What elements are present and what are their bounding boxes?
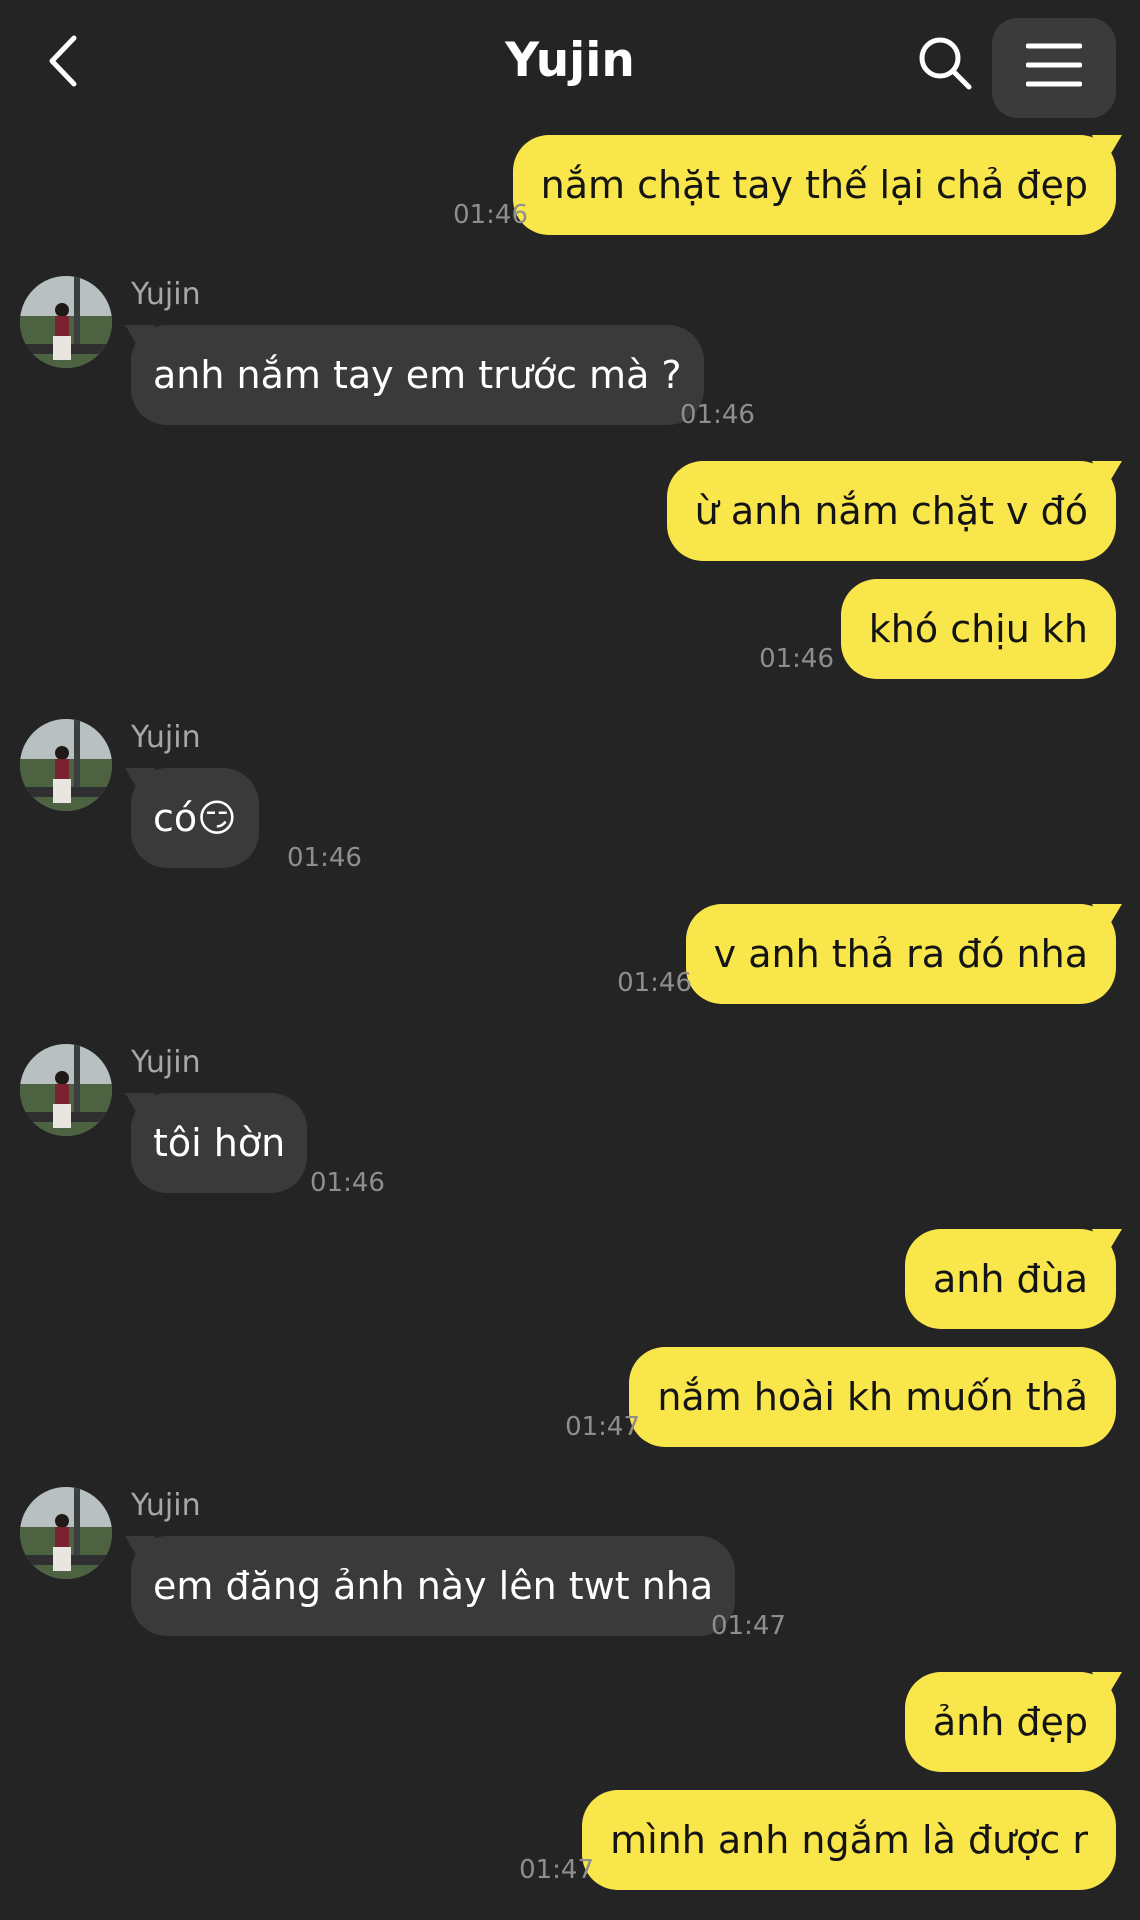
outgoing-message[interactable]: v anh thả ra đó nha [685,904,1116,1004]
outgoing-message[interactable]: mình anh ngắm là được r [582,1790,1116,1890]
message-text: v anh thả ra đó nha [713,932,1088,976]
message-text: anh nắm tay em trước mà ? [153,353,682,397]
incoming-message[interactable]: có😏 [131,768,259,868]
hamburger-menu-icon [1026,43,1082,87]
outgoing-message[interactable]: khó chịu kh [840,579,1116,679]
message-timestamp: 01:46 [310,1168,385,1198]
outgoing-message[interactable]: nắm hoài kh muốn thả [629,1347,1116,1447]
incoming-message[interactable]: em đăng ảnh này lên twt nha [131,1536,736,1636]
sender-name: Yujin [131,277,201,312]
message-text: ừ anh nắm chặt v đó [694,489,1088,533]
incoming-message[interactable]: tôi hờn [131,1093,308,1193]
message-timestamp: 01:46 [759,644,834,674]
message-text: có😏 [153,796,237,840]
chat-header: Yujin [0,0,1140,126]
outgoing-message[interactable]: ảnh đẹp [904,1672,1116,1772]
outgoing-message[interactable]: ừ anh nắm chặt v đó [666,461,1116,561]
message-timestamp: 01:46 [287,843,362,873]
message-text: anh đùa [932,1257,1088,1301]
sender-name: Yujin [131,720,201,755]
message-timestamp: 01:47 [519,1855,594,1885]
message-text: em đăng ảnh này lên twt nha [153,1564,714,1608]
search-icon[interactable] [916,34,974,92]
menu-button[interactable] [992,18,1116,118]
sender-name: Yujin [131,1045,201,1080]
message-timestamp: 01:47 [565,1412,640,1442]
outgoing-message[interactable]: anh đùa [904,1229,1116,1329]
message-text: nắm chặt tay thế lại chả đẹp [540,163,1088,207]
outgoing-message[interactable]: nắm chặt tay thế lại chả đẹp [512,135,1116,235]
avatar[interactable] [20,1487,112,1579]
avatar[interactable] [20,276,112,368]
incoming-message[interactable]: anh nắm tay em trước mà ? [131,325,704,425]
sender-name: Yujin [131,1488,201,1523]
message-timestamp: 01:46 [453,200,528,230]
avatar[interactable] [20,719,112,811]
message-text: ảnh đẹp [932,1700,1088,1744]
message-timestamp: 01:46 [680,400,755,430]
message-timestamp: 01:46 [617,968,692,998]
message-text: nắm hoài kh muốn thả [657,1375,1088,1419]
message-text: tôi hờn [153,1121,286,1165]
message-text: khó chịu kh [868,607,1088,651]
message-text: mình anh ngắm là được r [610,1818,1088,1862]
avatar[interactable] [20,1044,112,1136]
message-timestamp: 01:47 [711,1611,786,1641]
